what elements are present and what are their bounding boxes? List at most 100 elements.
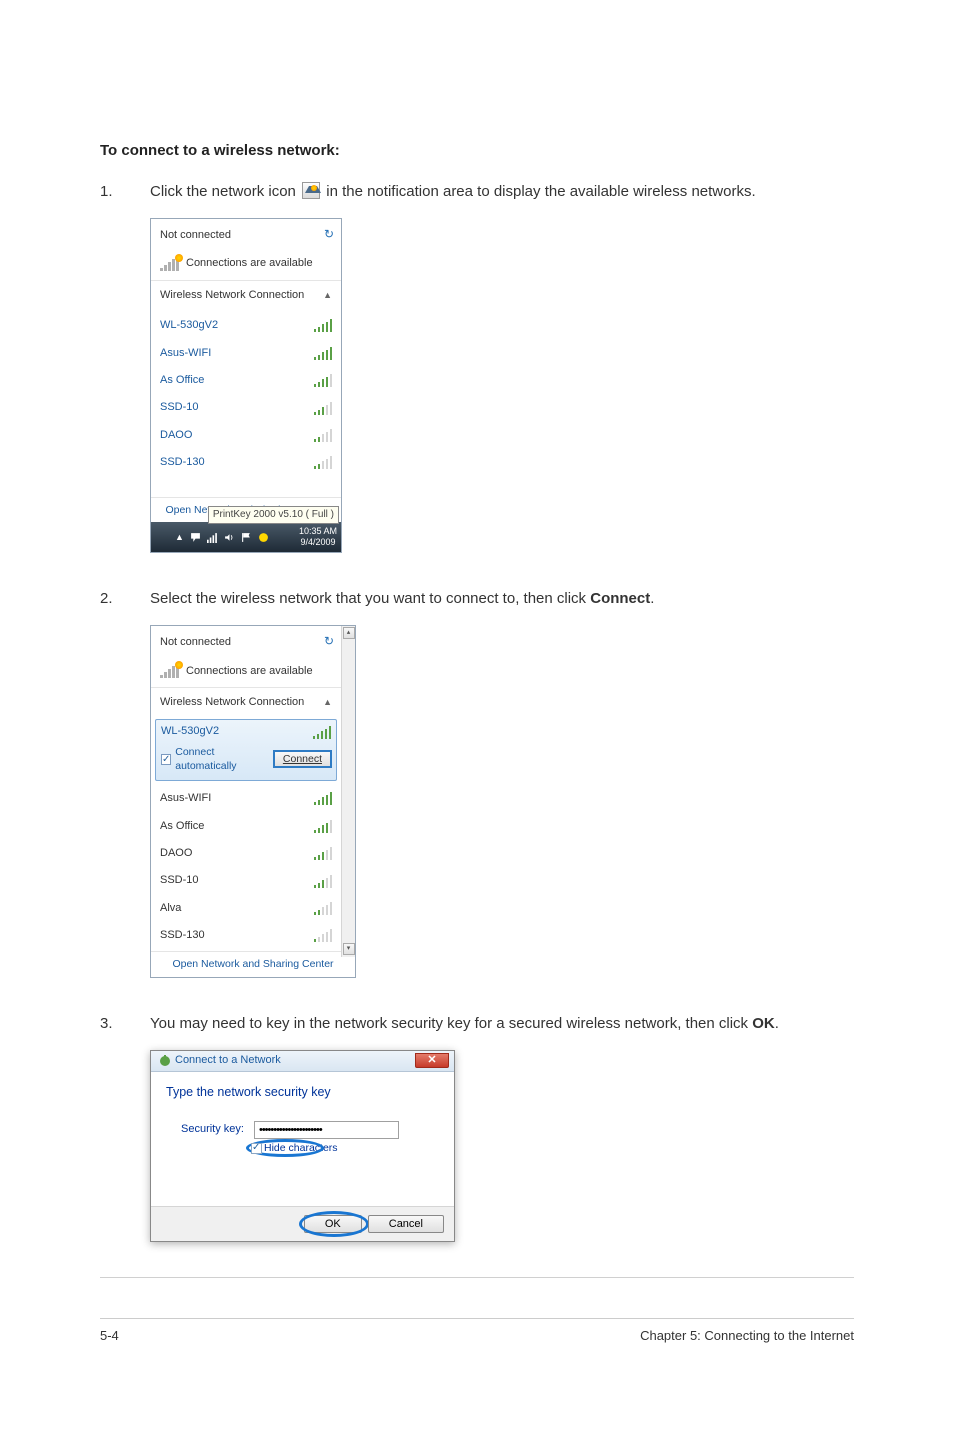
step-2-text: Select the wireless network that you wan… [150, 588, 854, 609]
signal-strength-icon [314, 347, 332, 360]
network-item[interactable]: As Office [151, 367, 341, 394]
signal-bars-icon [160, 257, 180, 271]
signal-strength-icon [314, 820, 332, 833]
dialog-body: Type the network security key Security k… [151, 1072, 454, 1206]
network-item[interactable]: Asus-WIFI [151, 340, 341, 367]
signal-strength-icon [314, 456, 332, 469]
scroll-down-icon[interactable]: ▾ [343, 943, 355, 955]
screenshot-2: ▴ ▾ Not connected ↻ Connections are avai… [150, 625, 854, 978]
network-item[interactable]: WL-530gV2 [151, 312, 341, 339]
network-item[interactable]: DAOO [151, 840, 341, 867]
network-name: WL-530gV2 [160, 318, 218, 333]
network-name: DAOO [160, 428, 192, 443]
network-item[interactable]: SSD-10 [151, 867, 341, 894]
signal-strength-icon [314, 374, 332, 387]
volume-icon[interactable] [224, 532, 235, 543]
footer-divider [100, 1277, 854, 1278]
network-name: SSD-10 [160, 873, 199, 888]
step-2: 2. Select the wireless network that you … [100, 588, 854, 609]
network-item[interactable]: DAOO [151, 422, 341, 449]
step-1-post: in the notification area to display the … [322, 183, 756, 200]
network-icon[interactable] [207, 532, 218, 543]
selected-network[interactable]: WL-530gV2 Connect automatically Connect [155, 719, 337, 781]
signal-strength-icon [314, 792, 332, 805]
flag-icon[interactable] [241, 532, 252, 543]
signal-bars-icon [160, 664, 180, 678]
network-name: As Office [160, 819, 204, 834]
network-name: SSD-10 [160, 400, 199, 415]
not-connected-label: Not connected [160, 636, 231, 648]
printkey-tooltip: PrintKey 2000 v5.10 ( Full ) [208, 506, 339, 524]
page-footer: 5-4 Chapter 5: Connecting to the Interne… [100, 1318, 854, 1345]
signal-strength-icon [314, 929, 332, 942]
dialog-icon [159, 1055, 171, 1067]
ok-button[interactable]: OK [304, 1215, 362, 1233]
network-name: Asus-WIFI [160, 346, 211, 361]
not-connected-label: Not connected [160, 229, 231, 241]
tray-expand-icon[interactable]: ▲ [175, 531, 184, 544]
section-title: To connect to a wireless network: [100, 140, 854, 161]
network-name: Asus-WIFI [160, 791, 211, 806]
step-2-pre: Select the wireless network that you wan… [150, 590, 590, 607]
document-page: To connect to a wireless network: 1. Cli… [0, 0, 954, 1385]
chevron-up-icon: ▲ [323, 696, 332, 709]
wnc-label: Wireless Network Connection [160, 288, 304, 303]
security-key-input[interactable] [254, 1121, 399, 1139]
signal-strength-icon [314, 319, 332, 332]
dialog-titlebar: Connect to a Network ✕ [151, 1051, 454, 1071]
network-item[interactable]: SSD-130 [151, 449, 341, 476]
network-item[interactable]: Asus-WIFI [151, 785, 341, 812]
screenshot-1: Not connected ↻ Connections are availabl… [150, 218, 854, 553]
wireless-network-connection-header[interactable]: Wireless Network Connection ▲ [151, 281, 341, 310]
network-item[interactable]: As Office [151, 813, 341, 840]
wireless-network-connection-header[interactable]: Wireless Network Connection ▲ [151, 688, 341, 717]
network-item[interactable]: Alva [151, 895, 341, 922]
step-number: 1. [100, 181, 150, 202]
hide-characters-checkbox[interactable] [251, 1143, 262, 1154]
connections-available-row: Connections are available [151, 250, 341, 279]
network-name: SSD-130 [160, 455, 205, 470]
network-item[interactable]: SSD-10 [151, 394, 341, 421]
clock[interactable]: 10:35 AM 9/4/2009 [299, 526, 337, 548]
taskbar: PrintKey 2000 v5.10 ( Full ) ▲ 10:35 AM … [151, 522, 341, 552]
step-1-pre: Click the network icon [150, 183, 300, 200]
open-network-sharing-link[interactable]: Open Network and Sharing Center [151, 951, 355, 977]
wireless-flyout-panel: Not connected ↻ Connections are availabl… [150, 218, 342, 553]
step-3-text: You may need to key in the network secur… [150, 1013, 854, 1034]
cancel-button[interactable]: Cancel [368, 1215, 444, 1233]
scroll-up-icon[interactable]: ▴ [343, 627, 355, 639]
step-1-text: Click the network icon in the notificati… [150, 181, 854, 202]
close-button[interactable]: ✕ [415, 1053, 449, 1068]
signal-strength-icon [314, 902, 332, 915]
network-name: As Office [160, 373, 204, 388]
refresh-icon[interactable]: ↻ [324, 633, 334, 650]
time-label: 10:35 AM [299, 526, 337, 537]
printkey-icon[interactable] [258, 532, 269, 543]
security-key-label: Security key: [181, 1122, 244, 1137]
selected-network-name: WL-530gV2 [161, 724, 219, 739]
step-number: 2. [100, 588, 150, 609]
refresh-icon[interactable]: ↻ [324, 226, 334, 243]
network-list: Asus-WIFI As Office DAOO SSD-10 [151, 783, 341, 951]
action-center-icon[interactable] [190, 532, 201, 543]
connect-button[interactable]: Connect [274, 751, 331, 767]
system-tray: ▲ [155, 531, 269, 544]
step-number: 3. [100, 1013, 150, 1034]
signal-strength-icon [314, 847, 332, 860]
step-1: 1. Click the network icon in the notific… [100, 181, 854, 202]
network-item[interactable]: SSD-130 [151, 922, 341, 949]
connections-available-row: Connections are available [151, 658, 341, 687]
panel-header: Not connected ↻ [151, 219, 341, 250]
connect-automatically-checkbox[interactable] [161, 754, 171, 765]
step-2-post: . [650, 590, 654, 607]
signal-strength-icon [314, 429, 332, 442]
connect-automatically-label: Connect automatically [175, 745, 270, 774]
signal-strength-icon [314, 402, 332, 415]
security-key-dialog: Connect to a Network ✕ Type the network … [150, 1050, 455, 1242]
scrollbar[interactable]: ▴ ▾ [341, 626, 355, 957]
panel-header: Not connected ↻ [151, 626, 341, 657]
ok-bold: OK [752, 1015, 775, 1032]
wireless-flyout-panel-selected: ▴ ▾ Not connected ↻ Connections are avai… [150, 625, 356, 978]
network-name: SSD-130 [160, 928, 205, 943]
signal-strength-icon [313, 726, 331, 739]
